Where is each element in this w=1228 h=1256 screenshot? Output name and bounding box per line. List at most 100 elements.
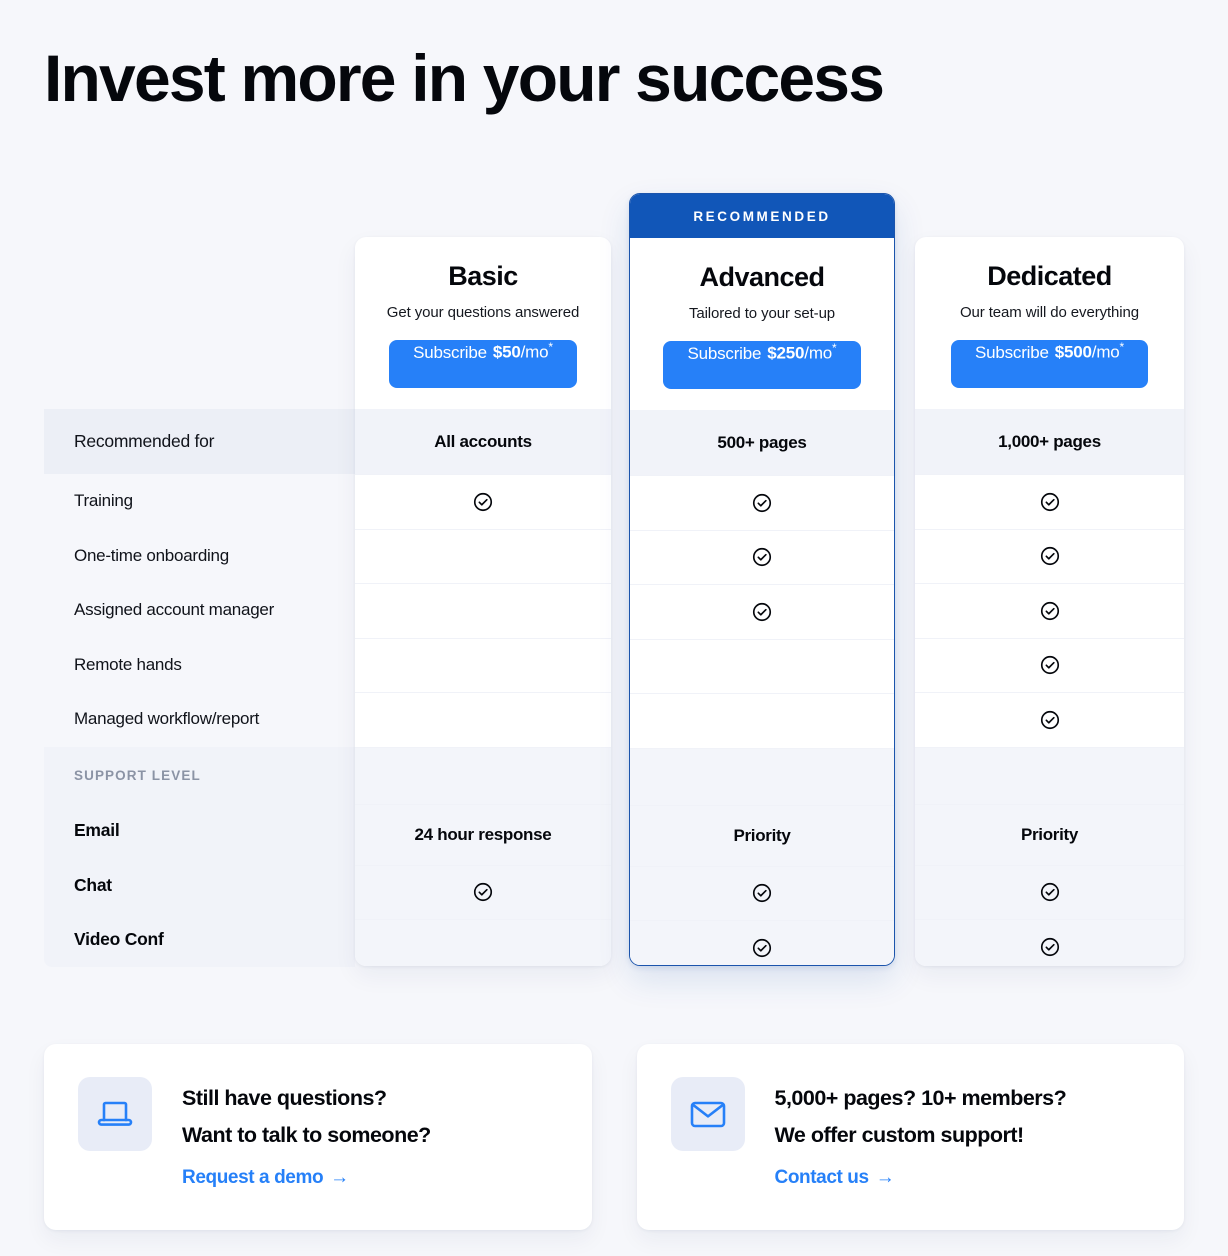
subscribe-asterisk: * <box>832 341 837 355</box>
check-circle-icon <box>473 883 493 902</box>
cell-advanced-account-manager <box>630 584 894 639</box>
cell-advanced-chat <box>630 865 894 920</box>
cta-link-label: Contact us <box>774 1167 870 1188</box>
request-demo-link[interactable]: Request a demo → <box>182 1167 349 1189</box>
cell-dedicated-email: Priority <box>915 803 1184 865</box>
cell-dedicated-account-manager <box>915 583 1184 638</box>
cell-advanced-remote-hands <box>630 638 894 694</box>
cell-advanced-recommended-for: 500+ pages <box>630 410 894 475</box>
row-label-managed-workflow: Managed workflow/report <box>74 709 260 729</box>
check-circle-icon <box>1040 656 1059 675</box>
cell-basic-video-conf <box>355 919 611 966</box>
subscribe-price: $250 <box>767 343 805 363</box>
check-circle-icon <box>752 938 772 957</box>
cell-basic-chat <box>355 864 611 919</box>
cell-dedicated-training <box>915 474 1184 529</box>
feature-label-column: Recommended for Training One-time onboar… <box>44 193 355 967</box>
cell-dedicated-onboarding <box>915 528 1184 584</box>
plan-name-basic: Basic <box>448 261 518 291</box>
subscribe-asterisk: * <box>548 340 553 354</box>
row-label-account-manager: Assigned account manager <box>74 600 275 620</box>
subscribe-button-basic[interactable]: Subscribe $50/mo* <box>389 340 577 388</box>
plan-column-basic[interactable]: Basic Get your questions answered Subscr… <box>355 237 611 966</box>
check-circle-icon <box>752 884 772 903</box>
page-title: Invest more in your success <box>44 41 885 115</box>
recommended-ribbon: RECOMMENDED <box>630 194 894 238</box>
pricing-comparison-table: Recommended for Training One-time onboar… <box>44 193 1184 967</box>
subscribe-period: /mo <box>520 342 549 362</box>
subscribe-button-dedicated[interactable]: Subscribe $500/mo* <box>950 340 1149 388</box>
check-circle-icon <box>1040 883 1059 902</box>
cell-basic-training <box>355 474 611 529</box>
plan-column-advanced[interactable]: RECOMMENDED Advanced Tailored to your se… <box>629 193 895 966</box>
subscribe-price: $500 <box>1054 342 1092 362</box>
plan-card-basic: Basic Get your questions answered Subscr… <box>355 237 611 966</box>
subscribe-label: Subscribe <box>974 342 1049 362</box>
cell-basic-recommended-for: All accounts <box>355 409 611 474</box>
cell-advanced-onboarding <box>630 529 894 585</box>
cta-card-demo[interactable]: Still have questions? Want to talk to so… <box>44 1044 592 1230</box>
support-level-group: SUPPORT LEVEL Email Chat Video Conf <box>44 746 355 967</box>
cell-dedicated-remote-hands <box>915 637 1184 693</box>
cell-basic-onboarding <box>355 528 611 584</box>
cell-advanced-training <box>630 475 894 530</box>
cell-advanced-managed-workflow <box>630 693 894 748</box>
section-header-support-level: SUPPORT LEVEL <box>44 746 355 804</box>
check-circle-icon <box>473 492 493 511</box>
subscribe-label: Subscribe <box>687 343 762 363</box>
cta-body-contact: 5,000+ pages? 10+ members? We offer cust… <box>775 1077 1067 1189</box>
subscribe-label: Subscribe <box>413 342 487 362</box>
cell-advanced-email: Priority <box>630 804 894 866</box>
cell-basic-support-spacer <box>355 746 611 804</box>
cell-dedicated-support-spacer <box>915 746 1184 804</box>
cell-dedicated-chat <box>915 864 1184 919</box>
subscribe-period: /mo <box>804 343 833 363</box>
check-circle-icon <box>752 548 772 567</box>
arrow-right-icon: → <box>330 1167 349 1188</box>
subscribe-button-advanced[interactable]: Subscribe $250/mo* <box>663 341 861 389</box>
check-circle-icon <box>1040 937 1059 956</box>
cell-basic-email: 24 hour response <box>355 803 611 865</box>
cta-line-2: Want to talk to someone? <box>182 1123 431 1147</box>
row-label-email: Email <box>44 803 355 858</box>
plan-header-basic: Basic Get your questions answered Subscr… <box>355 237 611 409</box>
laptop-icon-container <box>78 1077 152 1151</box>
cta-link-label: Request a demo <box>182 1167 324 1188</box>
cell-dedicated-managed-workflow <box>915 692 1184 747</box>
cta-body-demo: Still have questions? Want to talk to so… <box>182 1077 431 1189</box>
check-circle-icon <box>1040 547 1059 566</box>
check-circle-icon <box>752 602 772 621</box>
plan-card-advanced: RECOMMENDED Advanced Tailored to your se… <box>629 193 895 966</box>
subscribe-asterisk: * <box>1119 340 1125 354</box>
plan-header-dedicated: Dedicated Our team will do everything Su… <box>915 237 1184 409</box>
plan-column-dedicated[interactable]: Dedicated Our team will do everything Su… <box>915 237 1184 966</box>
row-label-remote-hands: Remote hands <box>74 654 182 674</box>
subscribe-period: /mo <box>1091 342 1120 362</box>
label-column-header-spacer <box>44 237 355 409</box>
plan-header-advanced: Advanced Tailored to your set-up Subscri… <box>630 238 894 410</box>
check-circle-icon <box>1040 601 1059 620</box>
row-label-onboarding: One-time onboarding <box>74 545 229 565</box>
check-circle-icon <box>1040 492 1059 511</box>
check-circle-icon <box>752 493 772 512</box>
label-column-ribbon-spacer <box>44 193 355 237</box>
plan-tagline-basic: Get your questions answered <box>386 304 580 321</box>
row-label-chat: Chat <box>44 858 355 913</box>
row-label-recommended-for: Recommended for <box>44 409 355 474</box>
cta-line-1: Still have questions? <box>182 1086 387 1110</box>
cta-section: Still have questions? Want to talk to so… <box>44 1044 1184 1230</box>
row-label-training: Training <box>74 491 133 511</box>
laptop-icon <box>97 1101 133 1126</box>
plan-tagline-advanced: Tailored to your set-up <box>688 305 836 322</box>
envelope-icon <box>690 1101 725 1128</box>
subscribe-price: $50 <box>492 342 521 362</box>
cell-basic-managed-workflow <box>355 692 611 747</box>
check-circle-icon <box>1040 710 1059 729</box>
row-label-video-conf: Video Conf <box>44 912 355 967</box>
envelope-icon-container <box>670 1077 745 1151</box>
cell-advanced-support-spacer <box>630 747 894 805</box>
cta-card-contact[interactable]: 5,000+ pages? 10+ members? We offer cust… <box>636 1044 1184 1230</box>
plan-card-dedicated: Dedicated Our team will do everything Su… <box>915 237 1184 966</box>
contact-us-link[interactable]: Contact us → <box>775 1167 895 1189</box>
cta-line-1: 5,000+ pages? 10+ members? <box>774 1086 1067 1110</box>
